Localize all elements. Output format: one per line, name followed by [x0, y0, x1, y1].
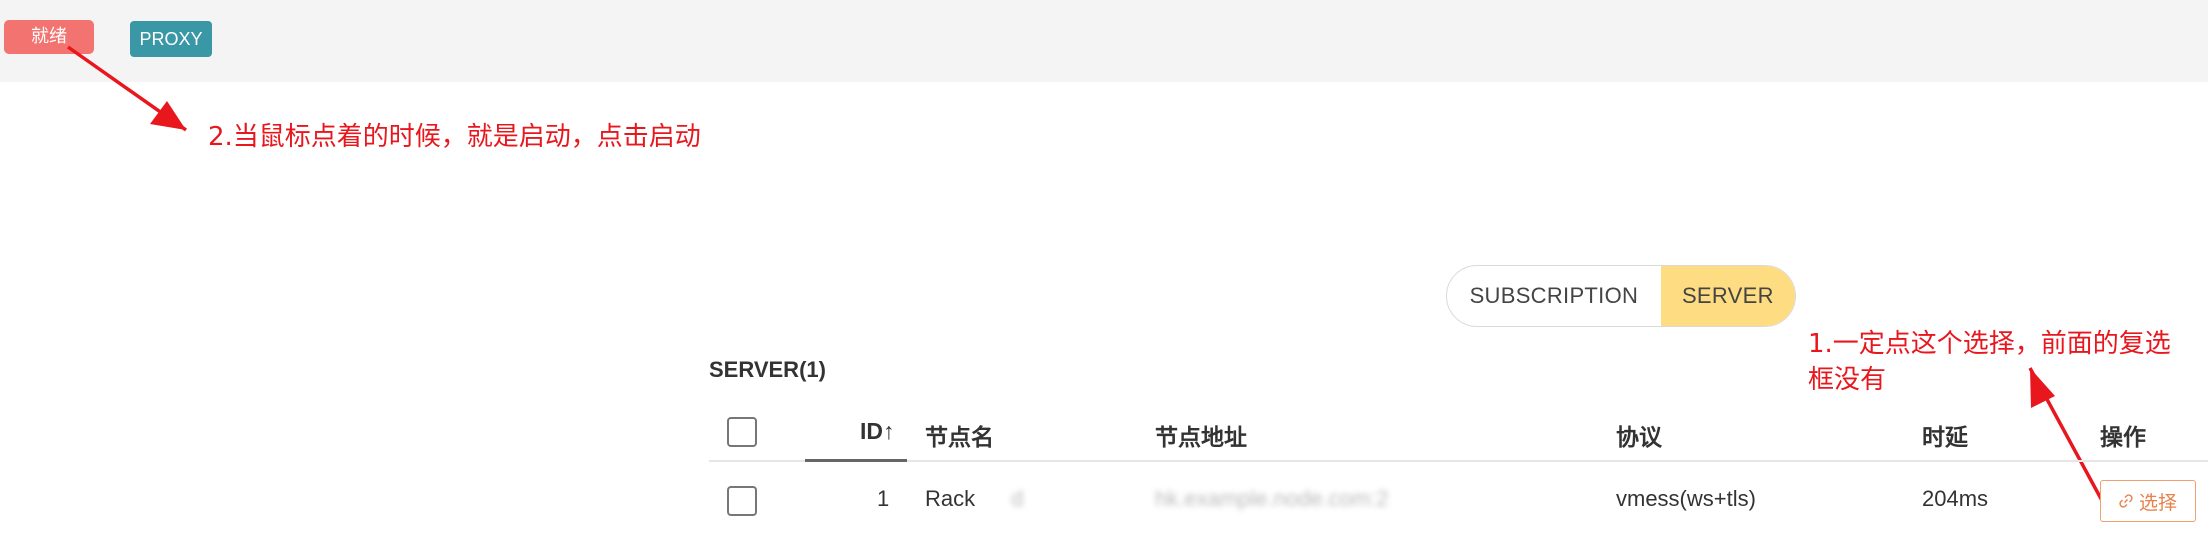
mode-toggle: SUBSCRIPTION SERVER	[1446, 265, 1796, 327]
section-title: SERVER(1)	[709, 357, 826, 382]
column-protocol: 协议	[1616, 424, 1662, 450]
tab-subscription[interactable]: SUBSCRIPTION	[1447, 266, 1661, 326]
row-id: 1	[877, 486, 890, 511]
column-id[interactable]: ID↑	[860, 418, 895, 445]
sort-indicator	[805, 459, 907, 462]
row-latency: 204ms	[1922, 486, 1989, 511]
top-bar: 就绪 PROXY	[0, 0, 2208, 82]
row-node-name-redacted: d	[1011, 486, 1024, 511]
column-address: 节点地址	[1155, 424, 1247, 450]
row-checkbox[interactable]	[727, 486, 757, 516]
table-row: 1 Rack d hk.example.node.com:2 vmess(ws+…	[709, 480, 2208, 537]
sort-asc-icon: ↑	[883, 418, 895, 444]
annotation-note-1: 1.一定点这个选择，前面的复选框没有	[1808, 329, 2171, 395]
row-protocol: vmess(ws+tls)	[1616, 486, 1756, 511]
annotation-note-2: 2.当鼠标点着的时候，就是启动，点击启动	[208, 122, 701, 152]
row-node-name: Rack d	[925, 486, 1024, 512]
column-actions: 操作	[2100, 424, 2146, 450]
column-name: 节点名	[925, 424, 994, 450]
row-node-address: hk.example.node.com:2	[1155, 486, 1389, 511]
table-header: ID↑ 节点名 节点地址 协议 时延 操作	[709, 412, 2208, 462]
column-latency: 时延	[1922, 424, 1968, 450]
status-ready-tag[interactable]: 就绪	[4, 20, 94, 54]
row-node-name-text: Rack	[925, 486, 976, 511]
select-node-button-label: 选择	[2138, 491, 2177, 514]
select-all-checkbox[interactable]	[727, 417, 757, 447]
link-icon	[2119, 494, 2133, 508]
select-node-button[interactable]: 选择	[2100, 480, 2196, 522]
tab-server[interactable]: SERVER	[1660, 266, 1795, 326]
column-id-label: ID	[860, 418, 883, 444]
proxy-mode-tag[interactable]: PROXY	[130, 21, 212, 57]
